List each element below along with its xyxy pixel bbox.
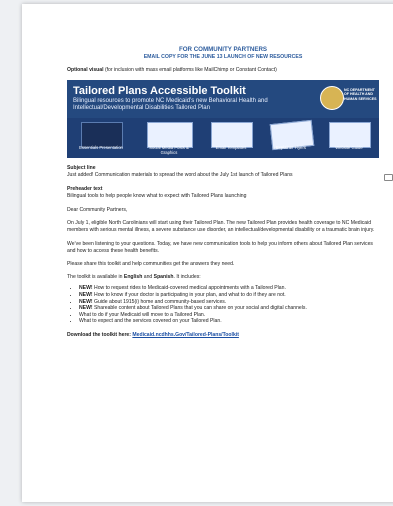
download-line: Download the toolkit here: Medicaid.ncdh… [67,332,379,339]
list-item-text: What to do if your Medicaid will move to… [79,311,206,318]
optional-visual-note: (for inclusion with mass email platforms… [104,67,277,73]
list-item: NEW! How to know if your doctor is parti… [79,292,379,299]
document-subtitle: EMAIL COPY FOR THE JUNE 13 LAUNCH OF NEW… [143,54,303,60]
toolkit-languages-line: The toolkit is available in English and … [67,274,379,281]
preheader-block: Preheader text Bilingual tools to help p… [67,186,379,200]
new-badge: NEW! [79,285,93,292]
subject-text: Just added! Communication materials to s… [67,172,293,179]
banner-subtitle: Bilingual resources to promote NC Medica… [73,98,268,111]
list-item: NEW! Shareable content about Tailored Pl… [79,305,379,312]
body-paragraph-3: Please share this toolkit and help commu… [67,261,235,268]
toolkit-contents-list: NEW! How to request rides to Medicaid-co… [67,285,379,325]
new-badge: NEW! [79,292,93,299]
banner-title: Tailored Plans Accessible Toolkit [73,85,246,98]
document-content: FOR COMMUNITY PARTNERS EMAIL COPY FOR TH… [67,46,393,339]
languages-pre: The toolkit is available in [67,274,124,281]
comment-icon[interactable] [384,174,393,182]
preheader-label: Preheader text [67,185,103,192]
body-paragraph-1: On July 1, eligible North Carolinians wi… [67,220,375,234]
list-item: What to do if your Medicaid will move to… [79,312,379,319]
toolkit-banner: Tailored Plans Accessible Toolkit Biling… [67,80,379,159]
subject-label: Subject line [67,165,96,172]
list-item-text: How to know if your doctor is participat… [92,292,286,299]
list-item: NEW! Guide about 1915(i) home and commun… [79,299,379,306]
list-item-text: Shareable content about Tailored Plans t… [92,305,307,312]
languages-and: and [142,274,154,281]
banner-item-label: Social Media Posts & Graphics [149,145,189,155]
languages-post: . It includes: [173,274,201,281]
dhhs-logo-text: NC DEPARTMENT OF HEALTH AND HUMAN SERVIC… [344,88,377,101]
preheader-text: Bilingual tools to help people know what… [67,192,247,199]
list-item: What to expect and the services covered … [79,318,379,325]
greeting: Dear Community Partners, [67,207,128,214]
banner-item-label: Essentials Presentation [79,145,123,151]
list-item-text: Guide about 1915(i) home and community-b… [92,298,227,305]
list-item-text: How to request rides to Medicaid-covered… [92,285,286,292]
document-page: FOR COMMUNITY PARTNERS EMAIL COPY FOR TH… [22,4,393,502]
list-item: NEW! How to request rides to Medicaid-co… [79,285,379,292]
language-english: English [123,274,143,281]
list-item-text: What to expect and the services covered … [79,318,222,325]
optional-visual-line: Optional visual (for inclusion with mass… [67,67,379,74]
language-spanish: Spanish [153,274,174,281]
banner-item-label: Email Templates [215,145,247,151]
document-title: FOR COMMUNITY PARTNERS [178,46,268,53]
subject-block: Subject line Just added! Communication m… [67,165,393,182]
new-badge: NEW! [79,298,93,305]
download-label: Download the toolkit here: [67,332,133,338]
optional-visual-label: Optional visual [67,67,104,73]
toolkit-link[interactable]: Medicaid.ncdhhs.Gov/Tailored-Plans/Toolk… [132,332,239,338]
new-badge: NEW! [79,305,93,312]
banner-item-label: Explainer Flyers [275,145,307,151]
body-paragraph-2: We’ve been listening to your questions. … [67,240,373,254]
banner-item-label: Website Guide [335,145,363,151]
